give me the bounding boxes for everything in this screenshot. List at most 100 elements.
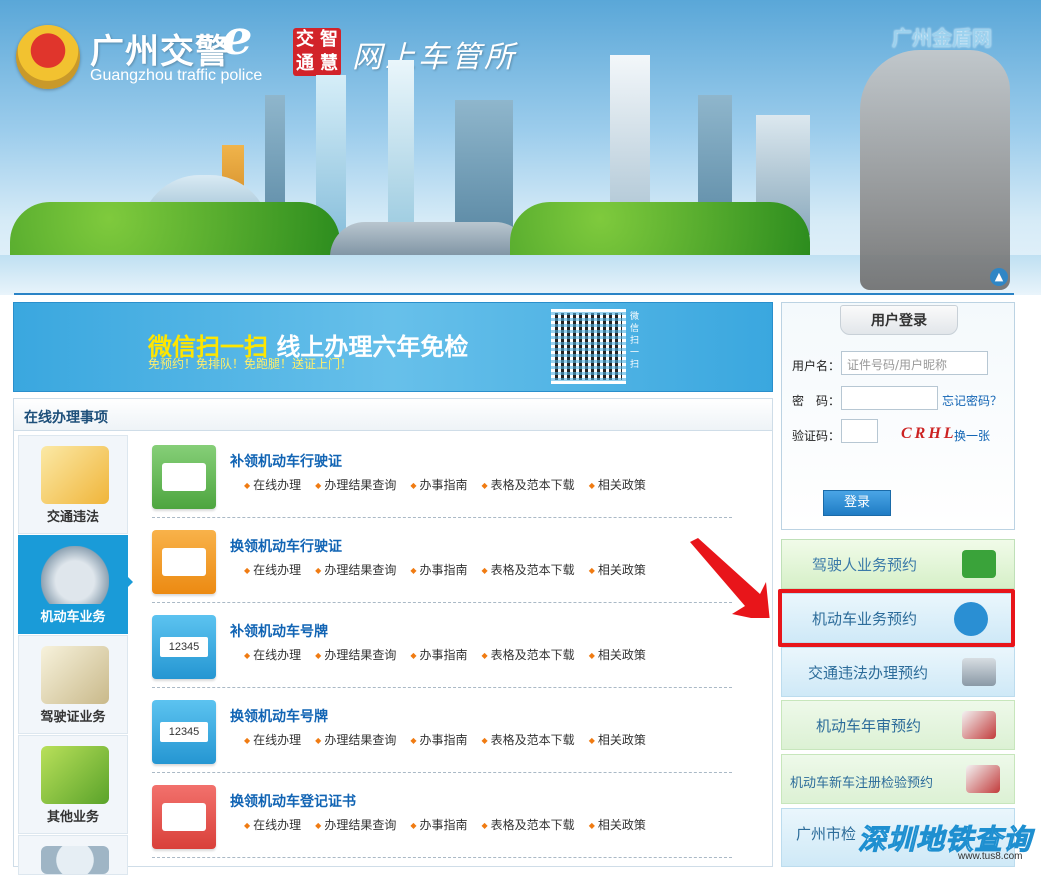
link-online[interactable]: 在线办理 xyxy=(244,818,301,832)
service-item: 12345 补领机动车号牌 在线办理办理结果查询办事指南 表格及范本下载相关政策 xyxy=(152,603,732,688)
driver-appointment-button[interactable]: 驾驶人业务预约 xyxy=(781,539,1015,589)
captcha-input[interactable] xyxy=(841,419,878,443)
opera-house xyxy=(330,222,530,257)
qr-code-icon xyxy=(551,309,626,384)
highlight-box xyxy=(778,589,1015,647)
password-input[interactable] xyxy=(841,386,938,410)
inspection-icon xyxy=(962,711,996,739)
link-policy[interactable]: 相关政策 xyxy=(589,563,646,577)
category-other-business[interactable]: 其他业务 xyxy=(18,735,128,834)
service-item: 补领机动车行驶证 在线办理办理结果查询办事指南 表格及范本下载相关政策 xyxy=(152,433,732,518)
smart-traffic-seal: 交 智 通 慧 xyxy=(293,28,341,76)
link-forms-download[interactable]: 表格及范本下载 xyxy=(482,563,575,577)
service-item: 换领机动车登记证书 在线办理办理结果查询办事指南 表格及范本下载相关政策 xyxy=(152,773,732,858)
scroll-up-icon[interactable]: ▲ xyxy=(990,268,1008,286)
category-more[interactable] xyxy=(18,835,128,875)
link-policy[interactable]: 相关政策 xyxy=(589,478,646,492)
link-online[interactable]: 在线办理 xyxy=(244,563,301,577)
link-guide[interactable]: 办事指南 xyxy=(410,478,467,492)
violation-appointment-button[interactable]: 交通违法办理预约 xyxy=(781,647,1015,697)
qr-caption: 微信扫一扫 xyxy=(630,312,640,370)
brand-english: Guangzhou traffic police xyxy=(90,67,263,84)
link-online[interactable]: 在线办理 xyxy=(244,478,301,492)
magnifier-icon xyxy=(41,846,109,874)
header-divider xyxy=(14,293,1014,295)
tree-line xyxy=(10,202,340,257)
service-links: 在线办理办理结果查询办事指南 表格及范本下载相关政策 xyxy=(244,816,660,833)
tower-building xyxy=(455,100,513,235)
service-links: 在线办理办理结果查询办事指南 表格及范本下载相关政策 xyxy=(244,476,660,493)
forgot-password-link[interactable]: 忘记密码？ xyxy=(942,392,1002,409)
link-result-query[interactable]: 办理结果查询 xyxy=(315,478,396,492)
link-forms-download[interactable]: 表格及范本下载 xyxy=(482,478,575,492)
link-guide[interactable]: 办事指南 xyxy=(410,648,467,662)
annual-inspection-appointment-button[interactable]: 机动车年审预约 xyxy=(781,700,1015,750)
link-result-query[interactable]: 办理结果查询 xyxy=(315,648,396,662)
link-forms-download[interactable]: 表格及范本下载 xyxy=(482,648,575,662)
link-online[interactable]: 在线办理 xyxy=(244,648,301,662)
login-box: 用户登录 用户名： 证件号码/用户昵称 密 码： 忘记密码？ 验证码： CRHL… xyxy=(781,302,1015,530)
site-header: 广州交警 e Guangzhou traffic police 交 智 通 慧 … xyxy=(0,0,1041,295)
new-car-registration-appointment-button[interactable]: 机动车新车注册检验预约 xyxy=(781,754,1015,804)
captcha-label: 验证码： xyxy=(792,429,841,443)
no-parking-car-icon xyxy=(962,658,996,686)
service-title[interactable]: 换领机动车行驶证 xyxy=(230,536,342,556)
category-vehicle-business[interactable]: 机动车业务 xyxy=(18,535,133,634)
service-item: 换领机动车行驶证 在线办理办理结果查询办事指南 表格及范本下载相关政策 xyxy=(152,518,732,603)
police-badge-logo xyxy=(16,25,80,89)
link-result-query[interactable]: 办理结果查询 xyxy=(315,563,396,577)
refresh-captcha-link[interactable]: 换一张 xyxy=(954,427,990,444)
link-result-query[interactable]: 办理结果查询 xyxy=(315,733,396,747)
service-title[interactable]: 补领机动车号牌 xyxy=(230,621,328,641)
link-policy[interactable]: 相关政策 xyxy=(589,648,646,662)
canton-tower xyxy=(388,60,414,235)
service-title[interactable]: 换领机动车号牌 xyxy=(230,706,328,726)
username-label: 用户名： xyxy=(792,359,841,373)
username-input[interactable]: 证件号码/用户昵称 xyxy=(841,351,988,375)
online-services-panel: 在线办理事项 交通违法 机动车业务 驾驶证业务 其他业务 补领机动车行驶证 在线… xyxy=(13,398,773,875)
registration-certificate-icon xyxy=(152,785,216,849)
captcha-image: CRHL xyxy=(901,425,957,442)
license-reissue-icon xyxy=(152,445,216,509)
category-traffic-violation[interactable]: 交通违法 xyxy=(18,435,128,534)
password-label: 密 码： xyxy=(792,394,841,408)
id-card-icon xyxy=(962,550,996,578)
online-vehicle-office-slogan: 网上车管所 xyxy=(352,40,517,75)
wechat-promo-banner[interactable]: 微信扫一扫 线上办理六年免检 免预约！免排队！免跑腿！送证上门！ 微信扫一扫 xyxy=(13,302,773,392)
link-guide[interactable]: 办事指南 xyxy=(410,733,467,747)
link-guide[interactable]: 办事指南 xyxy=(410,818,467,832)
service-links: 在线办理办理结果查询办事指南 表格及范本下载相关政策 xyxy=(244,561,660,578)
plate-reissue-icon: 12345 xyxy=(152,615,216,679)
five-rams-statue xyxy=(860,50,1010,290)
link-guide[interactable]: 办事指南 xyxy=(410,563,467,577)
service-title[interactable]: 补领机动车行驶证 xyxy=(230,451,342,471)
brand-title: 广州交警 xyxy=(90,32,230,72)
cubes-icon xyxy=(41,746,109,804)
traffic-violation-icon xyxy=(41,446,109,504)
car-icon xyxy=(41,546,109,604)
guangzhou-jindun-logo: 广州金盾网 xyxy=(892,26,992,50)
brand-e-mark: e xyxy=(222,10,253,66)
service-title[interactable]: 换领机动车登记证书 xyxy=(230,791,356,811)
watermark-url: www.tus8.com xyxy=(958,851,1023,862)
banner-subtitle: 免预约！免排队！免跑腿！送证上门！ xyxy=(148,357,353,371)
license-exchange-icon xyxy=(152,530,216,594)
link-result-query[interactable]: 办理结果查询 xyxy=(315,818,396,832)
service-links: 在线办理办理结果查询办事指南 表格及范本下载相关政策 xyxy=(244,646,660,663)
inspection-icon xyxy=(966,765,1000,793)
red-arrow-icon xyxy=(690,538,770,618)
plate-exchange-icon: 12345 xyxy=(152,700,216,764)
document-icon xyxy=(41,646,109,704)
login-tab: 用户登录 xyxy=(840,305,958,335)
link-online[interactable]: 在线办理 xyxy=(244,733,301,747)
link-forms-download[interactable]: 表格及范本下载 xyxy=(482,733,575,747)
link-policy[interactable]: 相关政策 xyxy=(589,818,646,832)
link-forms-download[interactable]: 表格及范本下载 xyxy=(482,818,575,832)
panel-title: 在线办理事项 xyxy=(14,399,772,431)
login-button[interactable]: 登录 xyxy=(823,490,891,516)
link-policy[interactable]: 相关政策 xyxy=(589,733,646,747)
service-item: 12345 换领机动车号牌 在线办理办理结果查询办事指南 表格及范本下载相关政策 xyxy=(152,688,732,773)
tree-line xyxy=(510,202,810,257)
category-license-business[interactable]: 驾驶证业务 xyxy=(18,635,128,734)
service-links: 在线办理办理结果查询办事指南 表格及范本下载相关政策 xyxy=(244,731,660,748)
